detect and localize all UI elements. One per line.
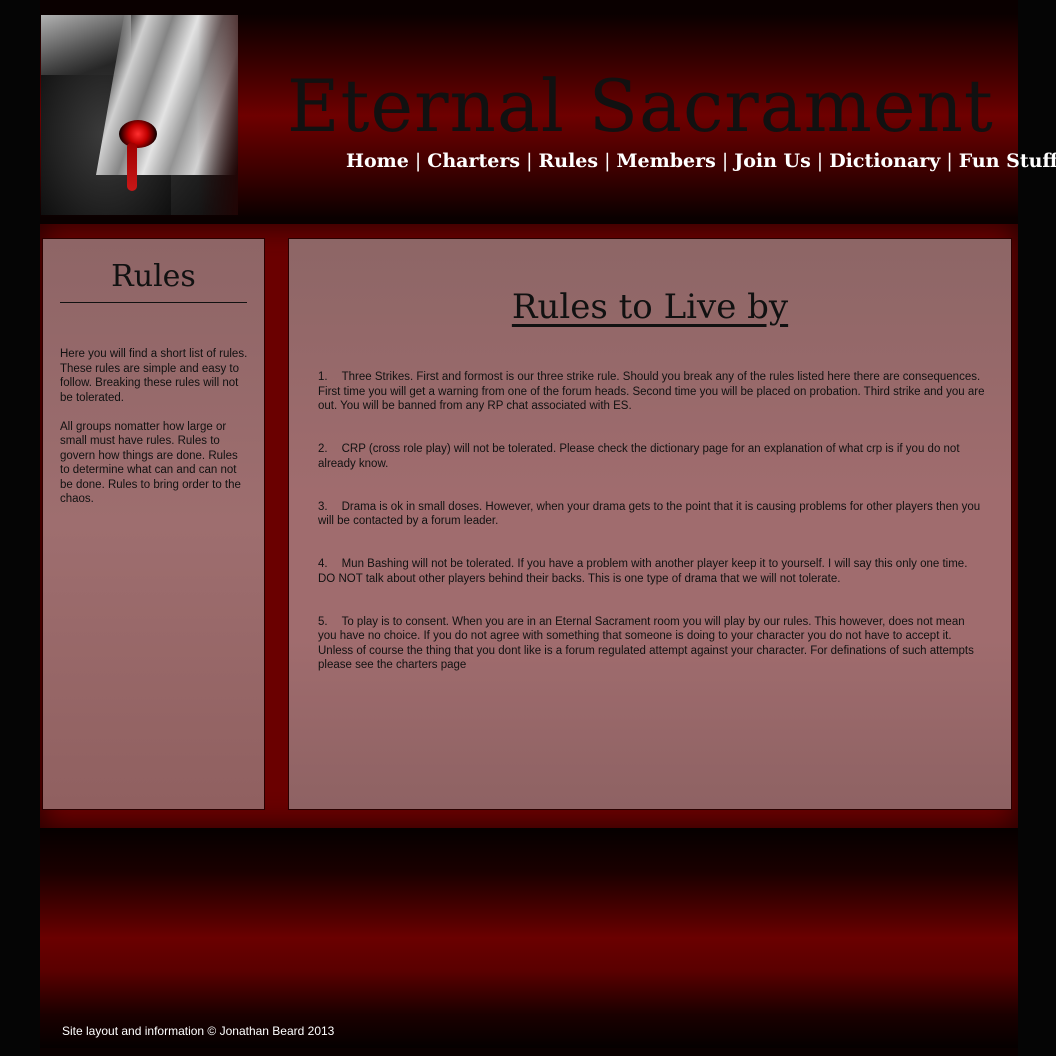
footer-copyright: Site layout and information © Jonathan B… [62,1024,335,1038]
nav-home[interactable]: Home [346,150,409,172]
nav-members[interactable]: Members [617,150,716,172]
main-title-text: Rules to Live by [511,287,789,327]
nav-separator: | [414,150,422,172]
sidebar-text: Here you will find a short list of rules… [60,347,250,521]
rule-item: 1. Three Strikes. First and formost is ou… [318,370,986,414]
rule-number: 1. [318,371,328,383]
rule-item: 4. Mun Bashing will not be tolerated. If … [318,557,986,586]
rule-text: Mun Bashing will not be tolerated. If yo… [318,558,968,585]
rule-number: 2. [318,443,328,455]
rule-text: Drama is ok in small doses. However, whe… [318,500,981,528]
header-portrait-image [41,15,238,215]
nav-separator: | [604,150,611,172]
nav-join-us[interactable]: Join Us [734,150,811,172]
main-panel: Rules to Live by 1. Three Strikes. First … [288,238,1012,810]
nav-separator: | [721,150,729,172]
nav-fun-stuff[interactable]: Fun Stuff [959,150,1056,172]
rule-item: 3. Drama is ok in small doses. However, w… [318,500,986,529]
rule-text: CRP (cross role play) will not be tolera… [318,443,960,470]
sidebar-divider [60,302,247,303]
nav-separator: | [946,150,953,172]
nav-separator: | [816,150,824,172]
nav-separator: | [526,150,533,172]
footer-banner [40,828,1018,1048]
rule-item: 5. To play is to consent. When you are in… [318,615,986,673]
main-title: Rules to Live by [289,287,1011,327]
rule-number: 3. [318,500,328,513]
main-nav: Home | Charters | Rules | Members | Join Us | Dict… [346,150,1056,178]
sidebar-paragraph: All groups nomatter how large or small m… [60,420,241,506]
rule-number: 4. [318,558,328,570]
nav-rules[interactable]: Rules [538,150,598,172]
sidebar-panel: Rules Here you will find a short list of… [42,238,265,810]
nav-dictionary[interactable]: Dictionary [829,150,940,172]
sidebar-title: Rules [111,259,196,294]
rule-text: To play is to consent. When you are in a… [318,615,974,672]
sidebar-paragraph: Here you will find a short list of rules… [60,348,248,404]
nav-charters[interactable]: Charters [427,150,520,172]
rules-list: 1. Three Strikes. First and formost is ou… [318,370,986,701]
rule-item: 2. CRP (cross role play) will not be tole… [318,442,986,471]
site-title: Eternal Sacrament [287,64,994,148]
rule-text: Three Strikes. First and formost is our … [318,371,985,412]
rule-number: 5. [318,615,328,628]
